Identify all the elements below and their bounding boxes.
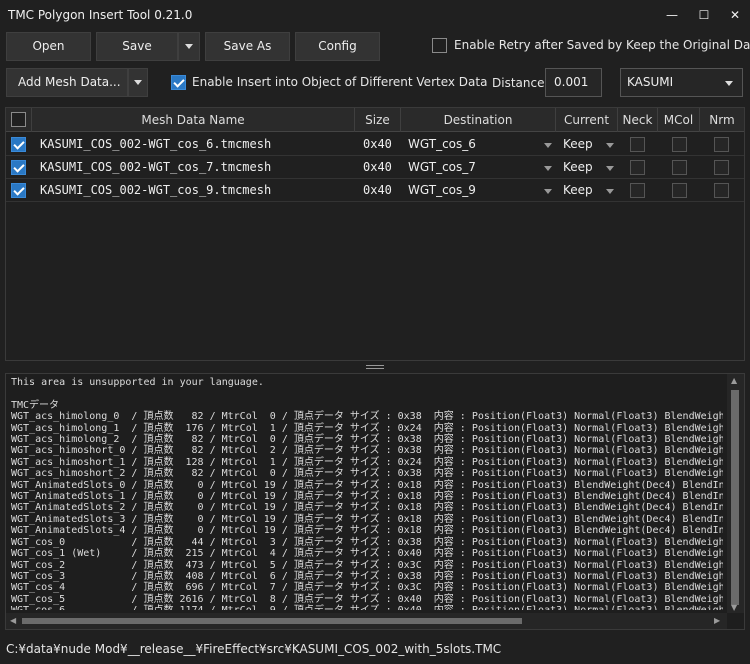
- row-nrm-checkbox[interactable]: [714, 160, 729, 175]
- retry-label: Enable Retry after Saved by Keep the Ori…: [454, 38, 750, 52]
- save-dropdown-button[interactable]: [178, 32, 200, 61]
- minimize-button[interactable]: —: [657, 0, 687, 30]
- table-row[interactable]: KASUMI_COS_002-WGT_cos_7.tmcmesh 0x40 WG…: [6, 156, 744, 179]
- row-neck-checkbox[interactable]: [630, 160, 645, 175]
- panel-splitter[interactable]: [0, 361, 750, 373]
- header-size[interactable]: Size: [355, 108, 401, 132]
- header-select-all[interactable]: [6, 108, 32, 132]
- maximize-button[interactable]: ☐: [689, 0, 719, 30]
- header-current[interactable]: Current: [556, 108, 618, 132]
- chevron-down-icon: [725, 81, 733, 86]
- row-checkbox[interactable]: [11, 183, 26, 198]
- row-mcol-checkbox[interactable]: [672, 160, 687, 175]
- chevron-down-icon[interactable]: [544, 189, 552, 194]
- row-neck-checkbox[interactable]: [630, 137, 645, 152]
- mesh-data-grid: Mesh Data Name Size Destination Current …: [5, 107, 745, 361]
- add-mesh-dropdown-button[interactable]: [128, 68, 148, 97]
- chevron-down-icon[interactable]: [544, 166, 552, 171]
- log-output[interactable]: This area is unsupported in your languag…: [5, 373, 745, 630]
- window-title: TMC Polygon Insert Tool 0.21.0: [8, 8, 193, 22]
- row-current[interactable]: Keep: [563, 179, 593, 202]
- row-destination[interactable]: WGT_cos_6: [408, 133, 476, 156]
- chevron-down-icon[interactable]: [606, 166, 614, 171]
- scroll-left-icon[interactable]: ◀: [10, 616, 16, 625]
- insert-different-vertex-checkbox[interactable]: [171, 75, 186, 90]
- chevron-down-icon: [185, 44, 193, 49]
- horizontal-scroll-thumb[interactable]: [22, 618, 522, 624]
- header-nrm[interactable]: Nrm: [700, 108, 744, 132]
- scroll-right-icon[interactable]: ▶: [714, 616, 720, 625]
- grip-line: [366, 365, 384, 366]
- select-all-checkbox[interactable]: [11, 112, 26, 127]
- status-path: C:¥data¥nude Mod¥__release__¥FireEffect¥…: [6, 642, 502, 656]
- open-button[interactable]: Open: [6, 32, 91, 61]
- row-destination[interactable]: WGT_cos_9: [408, 179, 476, 202]
- grip-line: [366, 368, 384, 369]
- row-nrm-checkbox[interactable]: [714, 137, 729, 152]
- header-destination[interactable]: Destination: [401, 108, 556, 132]
- close-button[interactable]: ✕: [720, 0, 750, 30]
- chevron-down-icon: [134, 80, 142, 85]
- save-as-button[interactable]: Save As: [205, 32, 290, 61]
- row-mesh-name: KASUMI_COS_002-WGT_cos_7.tmcmesh: [40, 160, 272, 174]
- header-mcol[interactable]: MCol: [658, 108, 700, 132]
- row-neck-checkbox[interactable]: [630, 183, 645, 198]
- row-mcol-checkbox[interactable]: [672, 183, 687, 198]
- row-size: 0x40: [363, 183, 392, 197]
- character-select-value: KASUMI: [627, 75, 674, 89]
- row-size: 0x40: [363, 160, 392, 174]
- retry-checkbox[interactable]: [432, 38, 447, 53]
- header-neck[interactable]: Neck: [618, 108, 658, 132]
- row-mesh-name: KASUMI_COS_002-WGT_cos_9.tmcmesh: [40, 183, 272, 197]
- row-nrm-checkbox[interactable]: [714, 183, 729, 198]
- row-mcol-checkbox[interactable]: [672, 137, 687, 152]
- table-row[interactable]: KASUMI_COS_002-WGT_cos_9.tmcmesh 0x40 WG…: [6, 179, 744, 202]
- scroll-down-icon[interactable]: ▼: [731, 603, 737, 612]
- save-button[interactable]: Save: [96, 32, 178, 61]
- row-destination[interactable]: WGT_cos_7: [408, 156, 476, 179]
- chevron-down-icon[interactable]: [606, 143, 614, 148]
- row-checkbox[interactable]: [11, 137, 26, 152]
- row-mesh-name: KASUMI_COS_002-WGT_cos_6.tmcmesh: [40, 137, 272, 151]
- config-button[interactable]: Config: [295, 32, 380, 61]
- add-mesh-button[interactable]: Add Mesh Data...: [6, 68, 128, 97]
- scroll-up-icon[interactable]: ▲: [731, 376, 737, 385]
- horizontal-scrollbar[interactable]: ◀ ▶: [6, 613, 727, 629]
- character-select[interactable]: KASUMI: [620, 68, 743, 97]
- log-text: This area is unsupported in your languag…: [11, 377, 723, 610]
- insert-different-vertex-label: Enable Insert into Object of Different V…: [192, 75, 488, 89]
- grid-header: Mesh Data Name Size Destination Current …: [6, 108, 744, 132]
- row-current[interactable]: Keep: [563, 156, 593, 179]
- row-size: 0x40: [363, 137, 392, 151]
- distance-input[interactable]: 0.001: [545, 68, 602, 97]
- vertical-scroll-thumb[interactable]: [731, 390, 739, 605]
- chevron-down-icon[interactable]: [544, 143, 552, 148]
- table-row[interactable]: KASUMI_COS_002-WGT_cos_6.tmcmesh 0x40 WG…: [6, 133, 744, 156]
- chevron-down-icon[interactable]: [606, 189, 614, 194]
- row-checkbox[interactable]: [11, 160, 26, 175]
- header-mesh-name[interactable]: Mesh Data Name: [32, 108, 355, 132]
- title-bar: TMC Polygon Insert Tool 0.21.0 — ☐ ✕: [0, 0, 750, 30]
- row-current[interactable]: Keep: [563, 133, 593, 156]
- distance-label: Distance: [492, 76, 545, 90]
- vertical-scrollbar[interactable]: ▲ ▼: [727, 374, 744, 613]
